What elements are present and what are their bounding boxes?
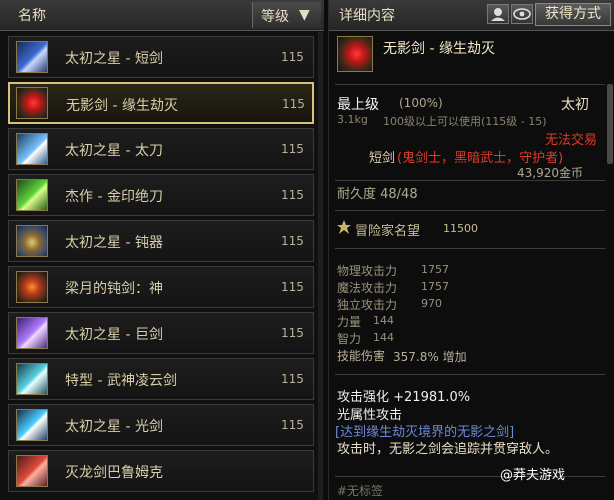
item-name: 梁月的钝剑：神 [65,281,163,297]
katana-icon [16,133,48,165]
divider [335,210,605,211]
detail-scrollbar[interactable] [607,84,613,164]
dragon-sword-icon [16,455,48,487]
item-level: 115 [281,188,304,202]
list-item[interactable]: 太初之星 - 巨剑 115 [8,312,314,354]
item-name: 太初之星 - 光剑 [65,419,163,435]
item-name: 太初之星 - 太刀 [65,143,163,159]
stat-value: 144 [373,331,394,344]
tag-text: #无标签 [337,484,384,498]
item-level: 115 [282,97,305,111]
stat-label: 力量 [337,315,362,329]
list-scrollbar[interactable] [318,32,323,500]
stat-value: 970 [421,297,442,310]
gold-blade-icon [16,179,48,211]
item-name: 特型 - 武神凌云剑 [65,373,177,389]
item-name: 太初之星 - 短剑 [65,51,163,67]
divider [335,248,605,249]
item-name: 灭龙剑巴鲁姆克 [65,465,163,481]
eye-icon [513,8,531,20]
divider [335,180,605,181]
item-name: 太初之星 - 巨剑 [65,327,163,343]
grade-percent: (100%) [399,96,443,110]
list-item[interactable]: 灭龙剑巴鲁姆克 [8,450,314,492]
stat-label: 智力 [337,332,362,346]
usage-requirement: 100级以上可以使用(115级 - 15) [383,115,547,128]
stat-value: 1757 [421,263,449,276]
list-item[interactable]: 太初之星 - 太刀 115 [8,128,314,170]
list-header: 名称 等级 ▼ [0,0,324,31]
divider [335,84,605,85]
item-level: 115 [281,142,304,156]
list-item[interactable]: 特型 - 武神凌云剑 115 [8,358,314,400]
greatsword-icon [16,317,48,349]
stat-value: 1757 [421,280,449,293]
item-level: 115 [281,372,304,386]
item-level: 115 [281,326,304,340]
sort-by-level-button[interactable]: 等级 ▼ [252,2,321,28]
sort-arrow-icon: ▼ [299,7,310,23]
blunt-weapon-icon [16,225,48,257]
fame-icon [337,220,351,234]
skill-description: 攻击时，无影之剑会追踪并贯穿敌人。 [337,442,559,457]
avatar-icon [491,8,505,21]
fame-label: 冒险家名望 [355,224,421,239]
detail-panel: 详细内容 获得方式 无影剑 - 缘生劫灭 最上级 (100%) 太初 3.1kg… [328,0,614,500]
item-level: 115 [281,234,304,248]
lightsaber-icon [16,409,48,441]
acquire-method-button[interactable]: 获得方式 [535,3,611,26]
fame-value: 11500 [443,222,478,235]
item-level: 115 [281,280,304,294]
weapon-type: 短剑 [369,151,396,166]
list-item-selected[interactable]: 无影剑 - 缘生劫灭 115 [8,82,314,124]
stat-value: 144 [373,314,394,327]
detail-item-name: 无影剑 - 缘生劫灭 [383,41,495,57]
grade-label: 最上级 [337,97,379,113]
item-price: 43,920金币 [517,166,583,180]
weight-text: 3.1kg [337,113,368,126]
compare-button[interactable] [487,4,509,24]
divider [335,374,605,375]
untradeable-text: 无法交易 [545,133,598,148]
stat-label: 独立攻击力 [337,298,398,312]
preview-button[interactable] [511,4,533,24]
short-sword-icon [16,41,48,73]
durability-text: 耐久度 48/48 [337,187,418,202]
list-item[interactable]: 太初之星 - 钝器 115 [8,220,314,262]
stat-label: 技能伤害 [337,349,386,363]
wuying-sword-icon [16,87,48,119]
watermark-text: @莽夫游戏 [500,468,566,483]
rarity-label: 太初 [561,97,589,113]
item-name: 太初之星 - 钝器 [65,235,163,251]
attack-boost: 攻击强化 +21981.0% [337,390,471,405]
list-item[interactable]: 杰作 - 金印绝刀 115 [8,174,314,216]
item-name: 无影剑 - 缘生劫灭 [66,98,178,114]
column-header-level: 等级 [261,9,289,25]
lingyun-sword-icon [16,363,48,395]
wuying-sword-icon [337,36,373,72]
list-item[interactable]: 太初之星 - 光剑 115 [8,404,314,446]
item-name: 杰作 - 金印绝刀 [65,189,163,205]
item-list-panel: 名称 等级 ▼ 太初之星 - 短剑 115 无影剑 - 缘生劫灭 115 太初之… [0,0,324,500]
list-item[interactable]: 梁月的钝剑：神 115 [8,266,314,308]
column-header-name[interactable]: 名称 [18,5,46,25]
stat-label: 物理攻击力 [337,264,398,278]
item-level: 115 [281,418,304,432]
blunt-sword-icon [16,271,48,303]
list-item[interactable]: 太初之星 - 短剑 115 [8,36,314,78]
detail-header: 详细内容 获得方式 [329,0,614,31]
stat-value: 357.8% 增加 [393,350,467,364]
item-level: 115 [281,50,304,64]
detail-title: 详细内容 [339,8,395,24]
stat-label: 魔法攻击力 [337,281,398,295]
watermark: @莽夫游戏 [500,464,610,490]
